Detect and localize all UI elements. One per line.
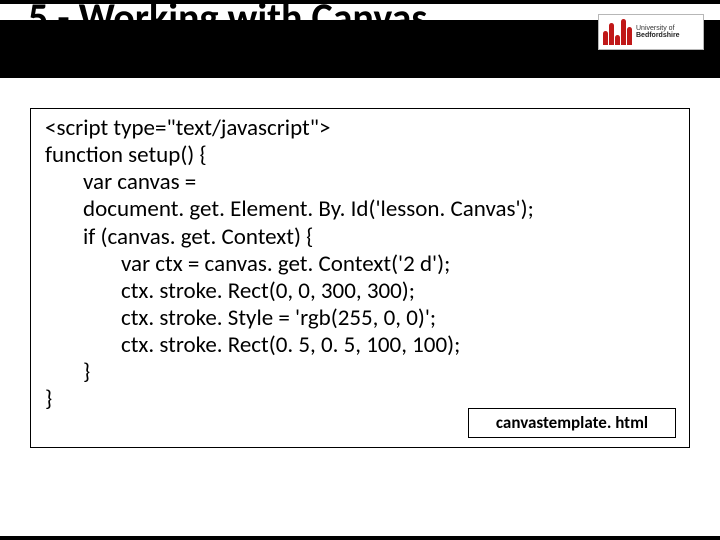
code-line-2: var canvas = (45, 169, 196, 196)
university-logo: University of Bedfordshire (598, 14, 704, 50)
code-line-7: ctx. stroke. Style = 'rgb(255, 0, 0)'; (45, 305, 436, 332)
code-content: <script type="text/javascript"> function… (45, 115, 679, 413)
logo-mark-icon (603, 19, 632, 45)
code-line-0: <script type="text/javascript"> (45, 114, 330, 142)
logo-text-line2: Bedfordshire (636, 32, 680, 39)
code-box: <script type="text/javascript"> function… (30, 108, 690, 448)
slide: 5 - Working with Canvas University of Be… (0, 0, 720, 540)
slide-title: 5 - Working with Canvas (28, 0, 427, 38)
filename-label: canvastemplate. html (468, 408, 676, 438)
code-line-3: document. get. Element. By. Id('lesson. … (45, 196, 534, 223)
code-line-4: if (canvas. get. Context) { (45, 224, 313, 251)
code-line-10: } (45, 385, 52, 413)
logo-text-line1: University of (636, 25, 680, 32)
code-line-5: var ctx = canvas. get. Context('2 d'); (45, 251, 450, 278)
code-line-6: ctx. stroke. Rect(0, 0, 300, 300); (45, 278, 415, 305)
code-line-9: } (45, 359, 90, 386)
logo-text: University of Bedfordshire (636, 25, 680, 40)
code-line-8: ctx. stroke. Rect(0. 5, 0. 5, 100, 100); (45, 332, 460, 359)
code-line-1: function setup() { (45, 141, 207, 169)
